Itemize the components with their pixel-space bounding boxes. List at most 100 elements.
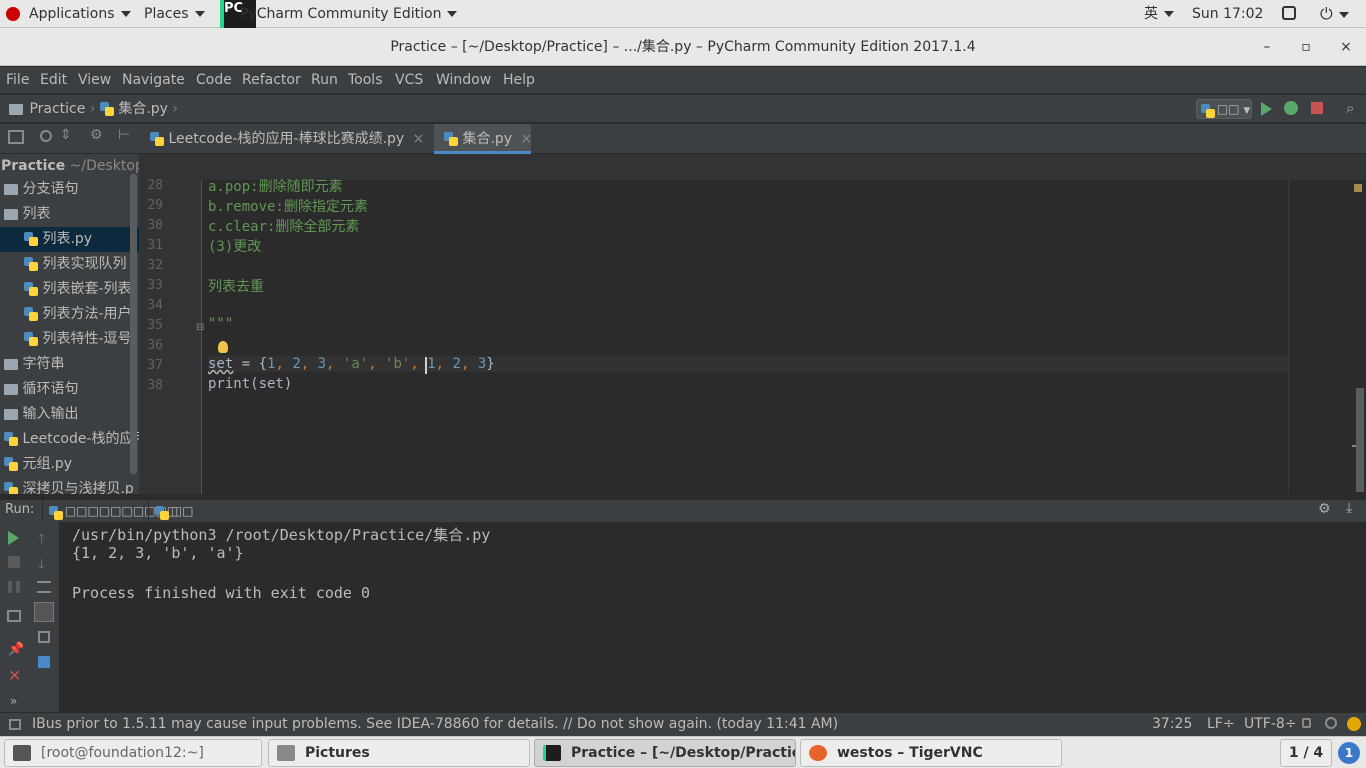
python-file-icon [4, 482, 18, 494]
menu-navigate[interactable]: Navigate [122, 67, 185, 94]
line-separator[interactable]: LF÷ [1207, 713, 1235, 736]
tool-windows-icon[interactable] [9, 719, 21, 730]
task-pictures[interactable]: Pictures [268, 739, 530, 767]
project-view-icon[interactable] [8, 130, 24, 144]
run-button[interactable] [1261, 102, 1272, 116]
top-panel: Applications Places PC PyCharm Community… [0, 0, 1366, 28]
collapse-all-icon[interactable]: ⇕ [60, 127, 72, 143]
editor-scrollbar[interactable] [1356, 388, 1364, 492]
code-editor[interactable]: 28 29 30 31 32 33 34 35 36 37 38 ⊟ a.pop… [139, 154, 1366, 494]
menu-help[interactable]: Help [503, 67, 535, 94]
tree-item-strings[interactable]: 字符串 [4, 352, 64, 377]
menu-code[interactable]: Code [196, 67, 232, 94]
tree-item-label: 元组.py [22, 456, 73, 472]
scroll-to-end-icon[interactable] [34, 602, 54, 622]
tab-label: Leetcode-栈的应用-棒球比赛成绩.py [168, 131, 405, 147]
rerun-button[interactable] [8, 531, 19, 545]
project-scrollbar[interactable] [130, 174, 137, 474]
close-window-button[interactable]: × [1331, 28, 1361, 66]
gear-icon[interactable]: ⚙ [1318, 501, 1331, 517]
debug-button[interactable] [1284, 101, 1298, 115]
status-message[interactable]: IBus prior to 1.5.11 may cause input pro… [32, 713, 838, 736]
editor-tabs-row: ⇕ ⚙ ⊢ Leetcode-栈的应用-棒球比赛成绩.py × 集合.py × [0, 124, 1366, 154]
tree-item-queue[interactable]: 列表实现队列 [24, 252, 126, 277]
tree-item-features[interactable]: 列表特性-逗号 [24, 327, 132, 352]
maximize-button[interactable]: ▫ [1291, 28, 1321, 66]
lightbulb-icon[interactable] [218, 341, 228, 353]
encoding-label: UTF-8 [1244, 716, 1285, 732]
tree-item-liebiao-py[interactable]: 列表.py [0, 227, 139, 252]
tree-item-liebiao-folder[interactable]: 列表 [4, 202, 50, 227]
workspace-switcher[interactable]: 1 / 4 [1280, 739, 1332, 767]
breadcrumb-file[interactable]: 集合.py [118, 101, 168, 117]
menu-tools[interactable]: Tools [348, 67, 383, 94]
chevron-down-icon [447, 11, 458, 17]
tree-item-loops[interactable]: 循环语句 [4, 377, 78, 402]
menu-refactor[interactable]: Refactor [242, 67, 301, 94]
event-log-icon[interactable] [1347, 717, 1361, 731]
restore-layout-icon[interactable] [7, 610, 21, 622]
active-app-menu[interactable]: PyCharm Community Edition [240, 0, 458, 28]
pin-icon[interactable]: 📌 [8, 642, 24, 657]
tab-close-icon[interactable]: × [521, 131, 533, 147]
tree-item-io[interactable]: 输入输出 [4, 402, 78, 427]
screen-icon[interactable] [1282, 6, 1296, 20]
tab-close-icon[interactable]: × [413, 131, 425, 147]
search-icon[interactable]: ⌕ [1346, 99, 1354, 117]
menu-edit[interactable]: Edit [40, 67, 67, 94]
tab-leetcode[interactable]: Leetcode-栈的应用-棒球比赛成绩.py × [140, 124, 430, 154]
input-method-indicator[interactable]: 英 [1144, 0, 1174, 28]
tree-item-tuple[interactable]: 元组.py [4, 452, 72, 477]
print-icon[interactable] [38, 631, 50, 643]
lock-icon[interactable] [1302, 718, 1311, 728]
fold-marker-icon[interactable]: ⊟ [196, 322, 204, 333]
hide-panel-icon[interactable]: ⤓ [1346, 500, 1352, 516]
power-menu[interactable]: ⏻ [1320, 0, 1349, 28]
run-config-select[interactable]: □□ ▼ [1196, 99, 1252, 119]
tree-item-methods[interactable]: 列表方法-用户 [24, 302, 132, 327]
python-file-icon [4, 432, 18, 446]
project-root[interactable]: Practice ~/Desktop/ [1, 154, 139, 179]
code-line-29: b.remove:删除指定元素 [208, 199, 368, 215]
tree-item-nested[interactable]: 列表嵌套-列表 [24, 277, 132, 302]
menu-vcs[interactable]: VCS [395, 67, 423, 94]
menu-view[interactable]: View [78, 67, 111, 94]
caret-position[interactable]: 37:25 [1152, 713, 1192, 736]
applications-menu[interactable]: Applications [29, 0, 131, 28]
breadcrumb-project[interactable]: Practice [29, 101, 85, 117]
tree-item-fenzhi[interactable]: 分支语句 [4, 177, 78, 202]
trash-icon[interactable] [38, 656, 50, 668]
arrow-up-icon[interactable]: 🡑 [38, 530, 45, 552]
analysis-status-icon[interactable] [1354, 184, 1362, 192]
file-encoding[interactable]: UTF-8÷ [1244, 713, 1297, 736]
task-pycharm[interactable]: Practice – [~/Desktop/Practice] – ... [534, 739, 796, 767]
arrow-down-icon[interactable]: 🡓 [38, 555, 45, 577]
task-terminal[interactable]: [root@foundation12:~] [4, 739, 262, 767]
minimize-button[interactable]: – [1252, 28, 1282, 66]
menu-run[interactable]: Run [311, 67, 338, 94]
code-token: 1 [427, 356, 436, 372]
soft-wrap-icon[interactable] [37, 581, 51, 593]
stop-button[interactable] [1311, 102, 1323, 114]
tree-item-copy[interactable]: 深拷贝与浅拷贝.p [4, 477, 134, 494]
close-run-icon[interactable]: ✕ [8, 666, 21, 685]
notification-badge[interactable]: 1 [1338, 742, 1360, 764]
places-menu[interactable]: Places [144, 0, 205, 28]
menu-file[interactable]: File [6, 67, 29, 94]
tree-item-leetcode[interactable]: Leetcode-栈的应用 [4, 427, 139, 452]
hide-panel-icon[interactable]: ⊢ [118, 127, 130, 143]
menu-window[interactable]: Window [436, 67, 491, 94]
tab-jihe[interactable]: 集合.py × [434, 124, 533, 154]
line-number: 34 [147, 298, 163, 313]
run-tab-second[interactable]: □□ [148, 500, 194, 522]
task-tigervnc[interactable]: westos – TigerVNC [800, 739, 1062, 767]
stop-run-button[interactable] [8, 556, 20, 568]
inspector-icon[interactable] [1325, 717, 1337, 729]
pause-button[interactable] [8, 581, 20, 593]
gear-icon[interactable]: ⚙ [90, 127, 103, 143]
clock[interactable]: Sun 17:02 [1192, 0, 1263, 28]
scroll-from-source-icon[interactable] [40, 130, 52, 142]
folder-icon [4, 208, 18, 220]
code-token: 3 [317, 356, 327, 372]
more-icon[interactable]: » [10, 694, 17, 708]
